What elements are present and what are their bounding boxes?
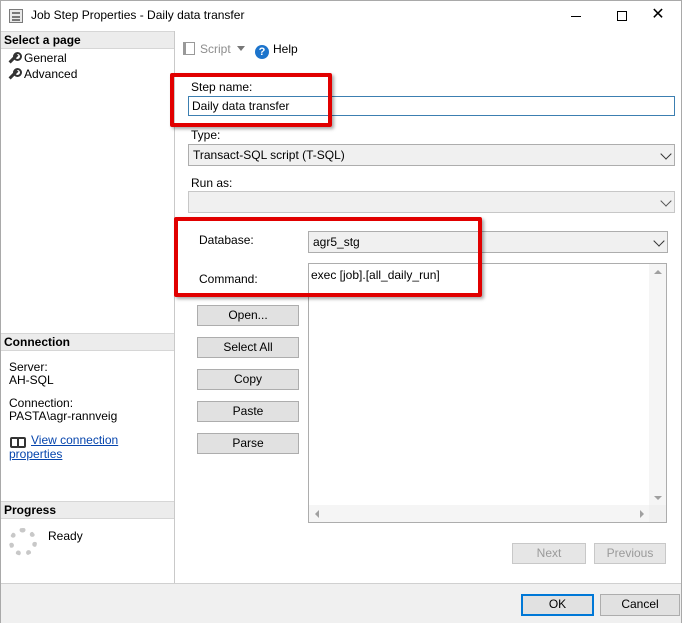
app-icon [9, 9, 23, 23]
open-button[interactable]: Open... [197, 305, 299, 326]
database-label: Database: [199, 233, 254, 247]
scroll-down-icon[interactable] [654, 496, 662, 500]
progress-header: Progress [1, 501, 174, 519]
command-horizontal-scrollbar[interactable] [309, 505, 650, 522]
type-select-value: Transact-SQL script (T-SQL) [193, 148, 345, 162]
previous-button[interactable]: Previous [594, 543, 666, 564]
step-name-input[interactable]: Daily data transfer [188, 96, 675, 116]
close-icon: ✕ [651, 6, 665, 23]
window-title: Job Step Properties - Daily data transfe… [31, 8, 245, 22]
scroll-up-icon[interactable] [654, 270, 662, 274]
connection-value: PASTA\agr-rannveig [9, 409, 118, 423]
database-select[interactable]: agr5_stg [308, 231, 668, 253]
ok-button[interactable]: OK [521, 594, 594, 616]
chevron-down-icon [653, 235, 665, 247]
connection-header: Connection [1, 333, 174, 351]
page-item-general[interactable]: General [7, 50, 67, 66]
page-item-label: General [24, 51, 67, 65]
title-bar: Job Step Properties - Daily data transfe… [1, 1, 681, 31]
scroll-right-icon[interactable] [640, 510, 644, 518]
select-all-button[interactable]: Select All [197, 337, 299, 358]
minimize-button[interactable] [553, 1, 599, 31]
command-text[interactable]: exec [job].[all_daily_run] [311, 268, 440, 282]
connection-properties-icon [9, 434, 26, 448]
page-item-advanced[interactable]: Advanced [7, 66, 77, 82]
progress-spinner-icon [9, 528, 37, 556]
command-editor[interactable]: exec [job].[all_daily_run] [308, 263, 667, 523]
help-icon: ? [255, 45, 269, 59]
script-button[interactable]: Script [183, 41, 245, 57]
next-button[interactable]: Next [512, 543, 586, 564]
page-item-label: Advanced [24, 67, 78, 81]
chevron-down-icon [660, 148, 672, 160]
type-label: Type: [191, 128, 221, 142]
type-select[interactable]: Transact-SQL script (T-SQL) [188, 144, 675, 166]
left-pane: Select a page General Advanced Connectio… [1, 31, 175, 583]
step-name-label: Step name: [191, 80, 253, 94]
database-select-value: agr5_stg [313, 235, 360, 249]
server-label: Server: [9, 360, 48, 374]
script-icon [183, 42, 195, 55]
run-as-select[interactable] [188, 191, 675, 213]
help-label: Help [273, 42, 298, 56]
maximize-icon [617, 11, 627, 22]
minimize-icon [571, 15, 581, 17]
chevron-down-icon[interactable] [236, 46, 245, 51]
help-button[interactable]: ? Help [255, 41, 298, 59]
progress-status: Ready [48, 529, 83, 543]
paste-button[interactable]: Paste [197, 401, 299, 422]
job-step-properties-window: Job Step Properties - Daily data transfe… [0, 0, 682, 623]
scroll-left-icon[interactable] [315, 510, 319, 518]
view-connection-properties-link[interactable]: View connection properties [9, 433, 174, 461]
footer: OK Cancel [1, 583, 681, 623]
command-vertical-scrollbar[interactable] [649, 264, 666, 506]
copy-button[interactable]: Copy [197, 369, 299, 390]
run-as-label: Run as: [191, 176, 233, 190]
close-button[interactable]: ✕ [635, 1, 681, 31]
parse-button[interactable]: Parse [197, 433, 299, 454]
scrollbar-corner [649, 505, 666, 522]
server-value: AH-SQL [9, 373, 54, 387]
command-label: Command: [199, 272, 258, 286]
chevron-down-icon [660, 195, 672, 207]
toolbar: Script ? Help [175, 31, 681, 65]
connection-label: Connection: [9, 396, 74, 410]
cancel-button[interactable]: Cancel [600, 594, 680, 616]
script-label: Script [200, 42, 231, 56]
wrench-icon [7, 68, 22, 80]
wrench-icon [7, 52, 22, 64]
select-page-header: Select a page [1, 31, 174, 49]
